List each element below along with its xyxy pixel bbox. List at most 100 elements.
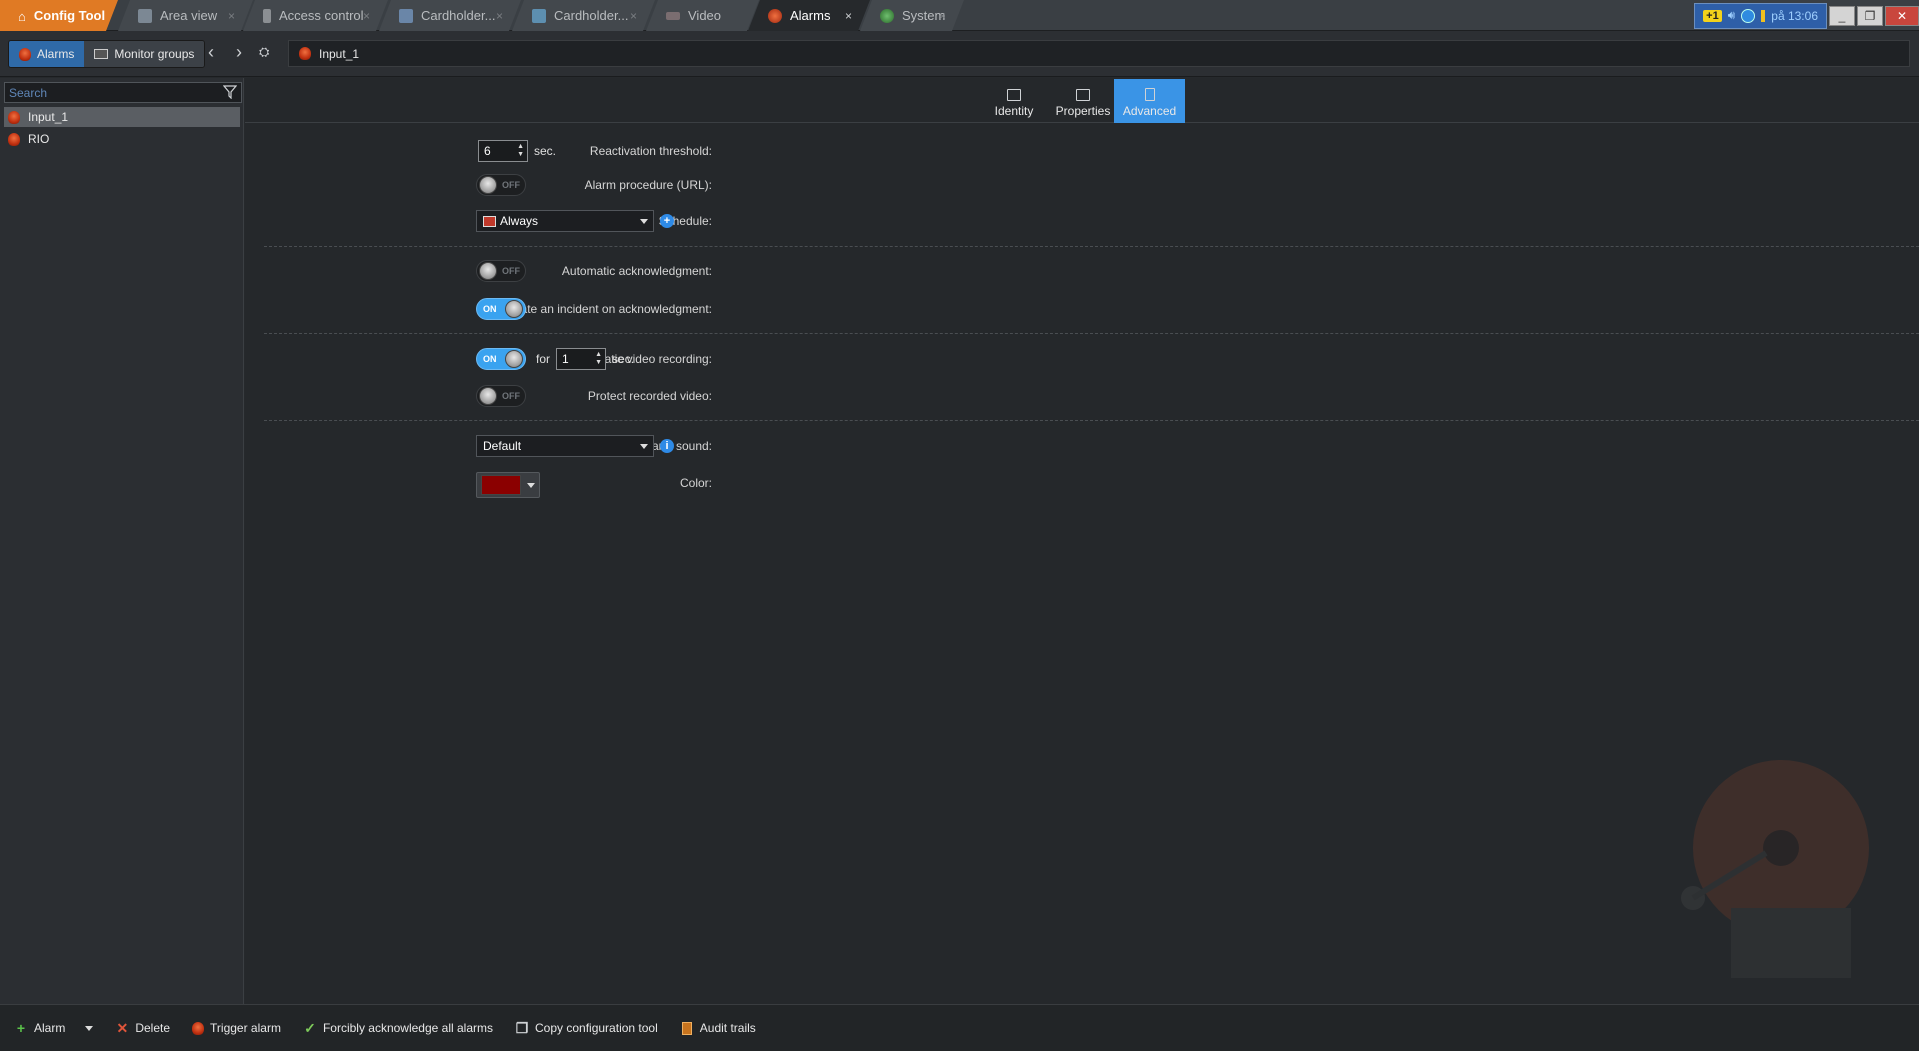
tab-label: Area view bbox=[160, 8, 218, 23]
protect-control: OFF bbox=[476, 385, 526, 407]
procedure-toggle[interactable]: OFF bbox=[476, 174, 526, 196]
alarm-icon bbox=[8, 132, 20, 146]
copy-icon: ❐ bbox=[515, 1020, 529, 1036]
toggle-knob bbox=[505, 300, 523, 318]
tab-area-view[interactable]: Area view × bbox=[118, 0, 253, 31]
breadcrumb-text[interactable]: Input_1 bbox=[319, 47, 359, 61]
volume-icon[interactable]: 🔊︎ bbox=[1728, 8, 1736, 23]
tab-label: Video bbox=[688, 8, 722, 23]
video-rec-row: Automatic video recording: ON for 1 ▲ ▼ s… bbox=[245, 346, 1919, 374]
notification-icon[interactable]: +1 bbox=[1703, 9, 1722, 22]
procedure-row: Alarm procedure (URL): OFF bbox=[245, 172, 1919, 200]
restore-button[interactable]: ❐ bbox=[1857, 5, 1883, 26]
auto-ack-label: Automatic acknowledgment: bbox=[561, 264, 712, 278]
close-icon[interactable]: × bbox=[939, 9, 946, 23]
tab-alarms[interactable]: Alarms × bbox=[748, 0, 870, 31]
alarm-icon bbox=[768, 9, 782, 23]
tab-label: Access control bbox=[279, 8, 364, 23]
toggle-knob bbox=[479, 262, 497, 280]
config-tabs: Identity Properties Advanced bbox=[245, 78, 1919, 123]
chevron-down-icon[interactable] bbox=[85, 1025, 94, 1031]
audit-trails-button[interactable]: Audit trails bbox=[680, 1021, 756, 1035]
reactivation-label: Reactivation threshold: bbox=[589, 144, 712, 158]
tab-video[interactable]: Video bbox=[646, 0, 759, 31]
view-switch: Alarms Monitor groups bbox=[8, 40, 206, 68]
tab-cardholder-1[interactable]: Cardholder... × bbox=[379, 0, 521, 31]
incident-toggle[interactable]: ON bbox=[476, 298, 526, 320]
tab-system[interactable]: System × bbox=[860, 0, 964, 31]
delete-button[interactable]: ✕ Delete bbox=[115, 1021, 170, 1035]
tray-box: +1 🔊︎ på 13:06 bbox=[1694, 2, 1827, 29]
procedure-label: Alarm procedure (URL): bbox=[584, 178, 712, 192]
tab-label: Config Tool bbox=[33, 8, 106, 23]
close-icon[interactable]: × bbox=[496, 9, 503, 23]
schedule-row: Schedule: Always + bbox=[245, 208, 1919, 236]
reactivation-control: 6 ▲ ▼ sec. bbox=[478, 140, 556, 162]
alarm-icon bbox=[192, 1021, 205, 1035]
video-rec-control: ON for 1 ▲ ▼ sec. bbox=[476, 348, 634, 370]
close-icon[interactable]: × bbox=[630, 9, 637, 23]
tab-config-tool[interactable]: ⌂ Config Tool bbox=[0, 0, 118, 31]
entity-tree-icon[interactable]: ⛭ bbox=[259, 45, 269, 58]
monitor-groups-label: Monitor groups bbox=[114, 47, 195, 61]
tab-label: Alarms bbox=[790, 8, 831, 23]
network-icon[interactable] bbox=[1741, 8, 1756, 23]
tab-access-control[interactable]: Access control × bbox=[243, 0, 388, 31]
schedule-value: Always bbox=[500, 214, 539, 228]
area-view-icon bbox=[138, 9, 152, 23]
plus-icon: + bbox=[16, 1020, 26, 1036]
force-ack-label: Forcibly acknowledge all alarms bbox=[322, 1021, 494, 1035]
tab-advanced[interactable]: Advanced bbox=[1114, 79, 1185, 123]
copy-config-button[interactable]: ❐ Copy configuration tool bbox=[515, 1021, 658, 1035]
back-arrow-icon[interactable]: ‹ bbox=[208, 43, 214, 61]
stepper-arrows-icon[interactable]: ▲ ▼ bbox=[595, 351, 602, 367]
delete-x-icon: ✕ bbox=[116, 1020, 129, 1036]
add-schedule-icon[interactable]: + bbox=[660, 214, 674, 228]
separator bbox=[264, 420, 1919, 421]
tab-properties[interactable]: Properties bbox=[1047, 79, 1119, 123]
alarm-config-panel: Identity Properties Advanced Reactivatio… bbox=[245, 78, 1919, 1004]
identity-icon bbox=[1007, 89, 1021, 101]
toggle-text: ON bbox=[483, 354, 497, 364]
close-icon[interactable]: × bbox=[363, 9, 370, 23]
alarms-view-button[interactable]: Alarms bbox=[9, 41, 85, 67]
clock-time: på 13:06 bbox=[1771, 8, 1818, 23]
tab-cardholder-2[interactable]: Cardholder... × bbox=[512, 0, 655, 31]
video-rec-toggle[interactable]: ON bbox=[476, 348, 526, 370]
close-window-button[interactable]: ✕ bbox=[1885, 5, 1919, 26]
cardholder-icon bbox=[399, 9, 413, 23]
color-control bbox=[476, 472, 540, 498]
color-picker-button[interactable] bbox=[476, 472, 540, 498]
search-input[interactable]: Search bbox=[4, 82, 242, 103]
entity-browser: Search Input_1 RIO bbox=[0, 78, 244, 1004]
stepper-arrows-icon[interactable]: ▲ ▼ bbox=[517, 143, 524, 159]
toggle-text: OFF bbox=[502, 180, 520, 190]
list-item-input-1[interactable]: Input_1 bbox=[4, 107, 240, 127]
sound-dropdown[interactable]: Default bbox=[476, 435, 654, 457]
video-duration-stepper[interactable]: 1 ▲ ▼ bbox=[556, 348, 607, 370]
filter-icon[interactable] bbox=[223, 85, 237, 99]
protect-toggle[interactable]: OFF bbox=[476, 385, 526, 407]
force-ack-button[interactable]: ✓ Forcibly acknowledge all alarms bbox=[303, 1021, 493, 1035]
minimize-button[interactable]: _ bbox=[1829, 5, 1855, 26]
tab-identity[interactable]: Identity bbox=[981, 79, 1047, 123]
list-item-rio[interactable]: RIO bbox=[4, 129, 240, 149]
trigger-alarm-button[interactable]: Trigger alarm bbox=[192, 1021, 281, 1035]
properties-icon bbox=[1076, 89, 1090, 101]
tab-label: Properties bbox=[1055, 104, 1111, 118]
reactivation-stepper[interactable]: 6 ▲ ▼ bbox=[478, 140, 528, 162]
forward-arrow-icon[interactable]: › bbox=[236, 43, 242, 61]
auto-ack-toggle[interactable]: OFF bbox=[476, 260, 526, 282]
monitor-groups-button[interactable]: Monitor groups bbox=[84, 41, 205, 67]
tab-label: Cardholder... bbox=[421, 8, 496, 23]
audit-book-icon bbox=[680, 1021, 694, 1035]
home-icon: ⌂ bbox=[18, 8, 26, 24]
toggle-knob bbox=[479, 176, 497, 194]
schedule-dropdown[interactable]: Always bbox=[476, 210, 654, 232]
info-icon[interactable]: i bbox=[660, 439, 674, 453]
incident-row: Create an incident on acknowledgment: ON bbox=[245, 296, 1919, 324]
add-alarm-button[interactable]: + Alarm bbox=[14, 1020, 94, 1036]
incident-control: ON bbox=[476, 298, 526, 320]
close-icon[interactable]: × bbox=[845, 9, 852, 23]
close-icon[interactable]: × bbox=[228, 9, 235, 23]
